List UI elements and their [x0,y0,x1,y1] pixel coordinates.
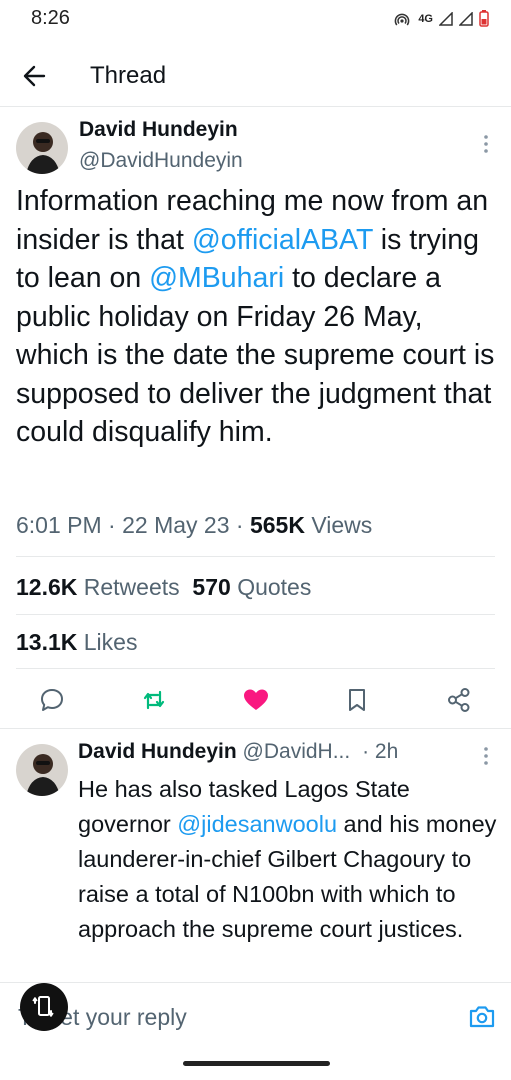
tweet-date: 22 May 23 [122,512,230,538]
author-handle[interactable]: @DavidHundeyin [79,149,243,173]
mention-link[interactable]: @officialABAT [192,224,373,256]
retweets-stat[interactable]: 12.6K Retweets [16,574,180,600]
more-options-icon[interactable] [479,132,493,156]
tweet-text: Information reaching me now from an insi… [16,182,502,452]
likes-stat[interactable]: 13.1K Likes [16,629,137,656]
floating-action-button[interactable] [20,983,68,1031]
retweets-count: 12.6K [16,574,78,600]
retweet-quote-stats: 12.6K Retweets 570 Quotes [16,574,311,601]
likes-label: Likes [83,629,138,655]
divider [16,668,495,669]
retweets-label: Retweets [83,574,180,600]
back-arrow-icon [23,65,46,87]
mention-link[interactable]: @jidesanwoolu [177,811,337,837]
back-button[interactable] [20,62,52,90]
avatar-image [16,744,68,796]
more-options-icon[interactable] [479,744,493,768]
quotes-stat[interactable]: 570 Quotes [192,574,311,600]
top-bar: Thread [0,52,511,100]
camera-button[interactable] [468,1004,496,1030]
bookmark-icon [349,689,365,711]
like-button[interactable] [242,686,270,714]
reply-author-handle[interactable]: @DavidH... [243,740,351,763]
divider [0,728,511,729]
retweet-icon [143,690,165,710]
divider [16,614,495,615]
home-indicator[interactable] [183,1061,330,1066]
signal-icon [459,11,473,26]
signal-icon [439,11,453,26]
battery-icon [479,10,489,27]
reply-author-avatar[interactable] [16,744,68,796]
share-button[interactable] [445,686,473,714]
status-bar: 8:26 4G [0,0,511,40]
heart-icon [244,689,268,710]
share-icon [448,688,470,712]
likes-count: 13.1K [16,629,78,655]
status-icons: 4G [394,10,489,27]
mention-link[interactable]: @MBuhari [149,262,284,294]
hotspot-icon [394,13,410,25]
divider [16,556,495,557]
reply-button[interactable] [38,686,66,714]
author-avatar[interactable] [16,122,68,174]
reply-composer: Tweet your reply [0,984,511,1044]
reply-text: He has also tasked Lagos State governor … [78,772,498,947]
quotes-label: Quotes [237,574,312,600]
page-title: Thread [90,62,167,89]
phone-rotate-icon [32,996,54,1017]
comment-icon [41,689,63,711]
status-time: 8:26 [31,7,70,29]
reply-header: David Hundeyin @DavidH... · 2h [78,740,398,764]
action-bar [0,680,511,720]
author-name[interactable]: David Hundeyin [79,118,238,142]
camera-icon [469,1006,495,1028]
avatar-image [16,122,68,174]
views-count: 565K [249,512,305,538]
meta-separator: · [101,512,123,538]
bookmark-button[interactable] [343,686,371,714]
views-label: Views [311,512,373,538]
tweet-time: 6:01 PM [16,512,102,538]
header-divider [0,106,511,107]
meta-separator: · [229,512,250,538]
retweet-button[interactable] [140,686,168,714]
reply-author-name[interactable]: David Hundeyin [78,740,237,763]
network-label: 4G [418,12,433,25]
reply-time: · 2h [362,740,399,763]
divider [0,982,511,983]
tweet-meta: 6:01 PM · 22 May 23 · 565K Views [16,512,372,539]
quotes-count: 570 [192,574,231,600]
